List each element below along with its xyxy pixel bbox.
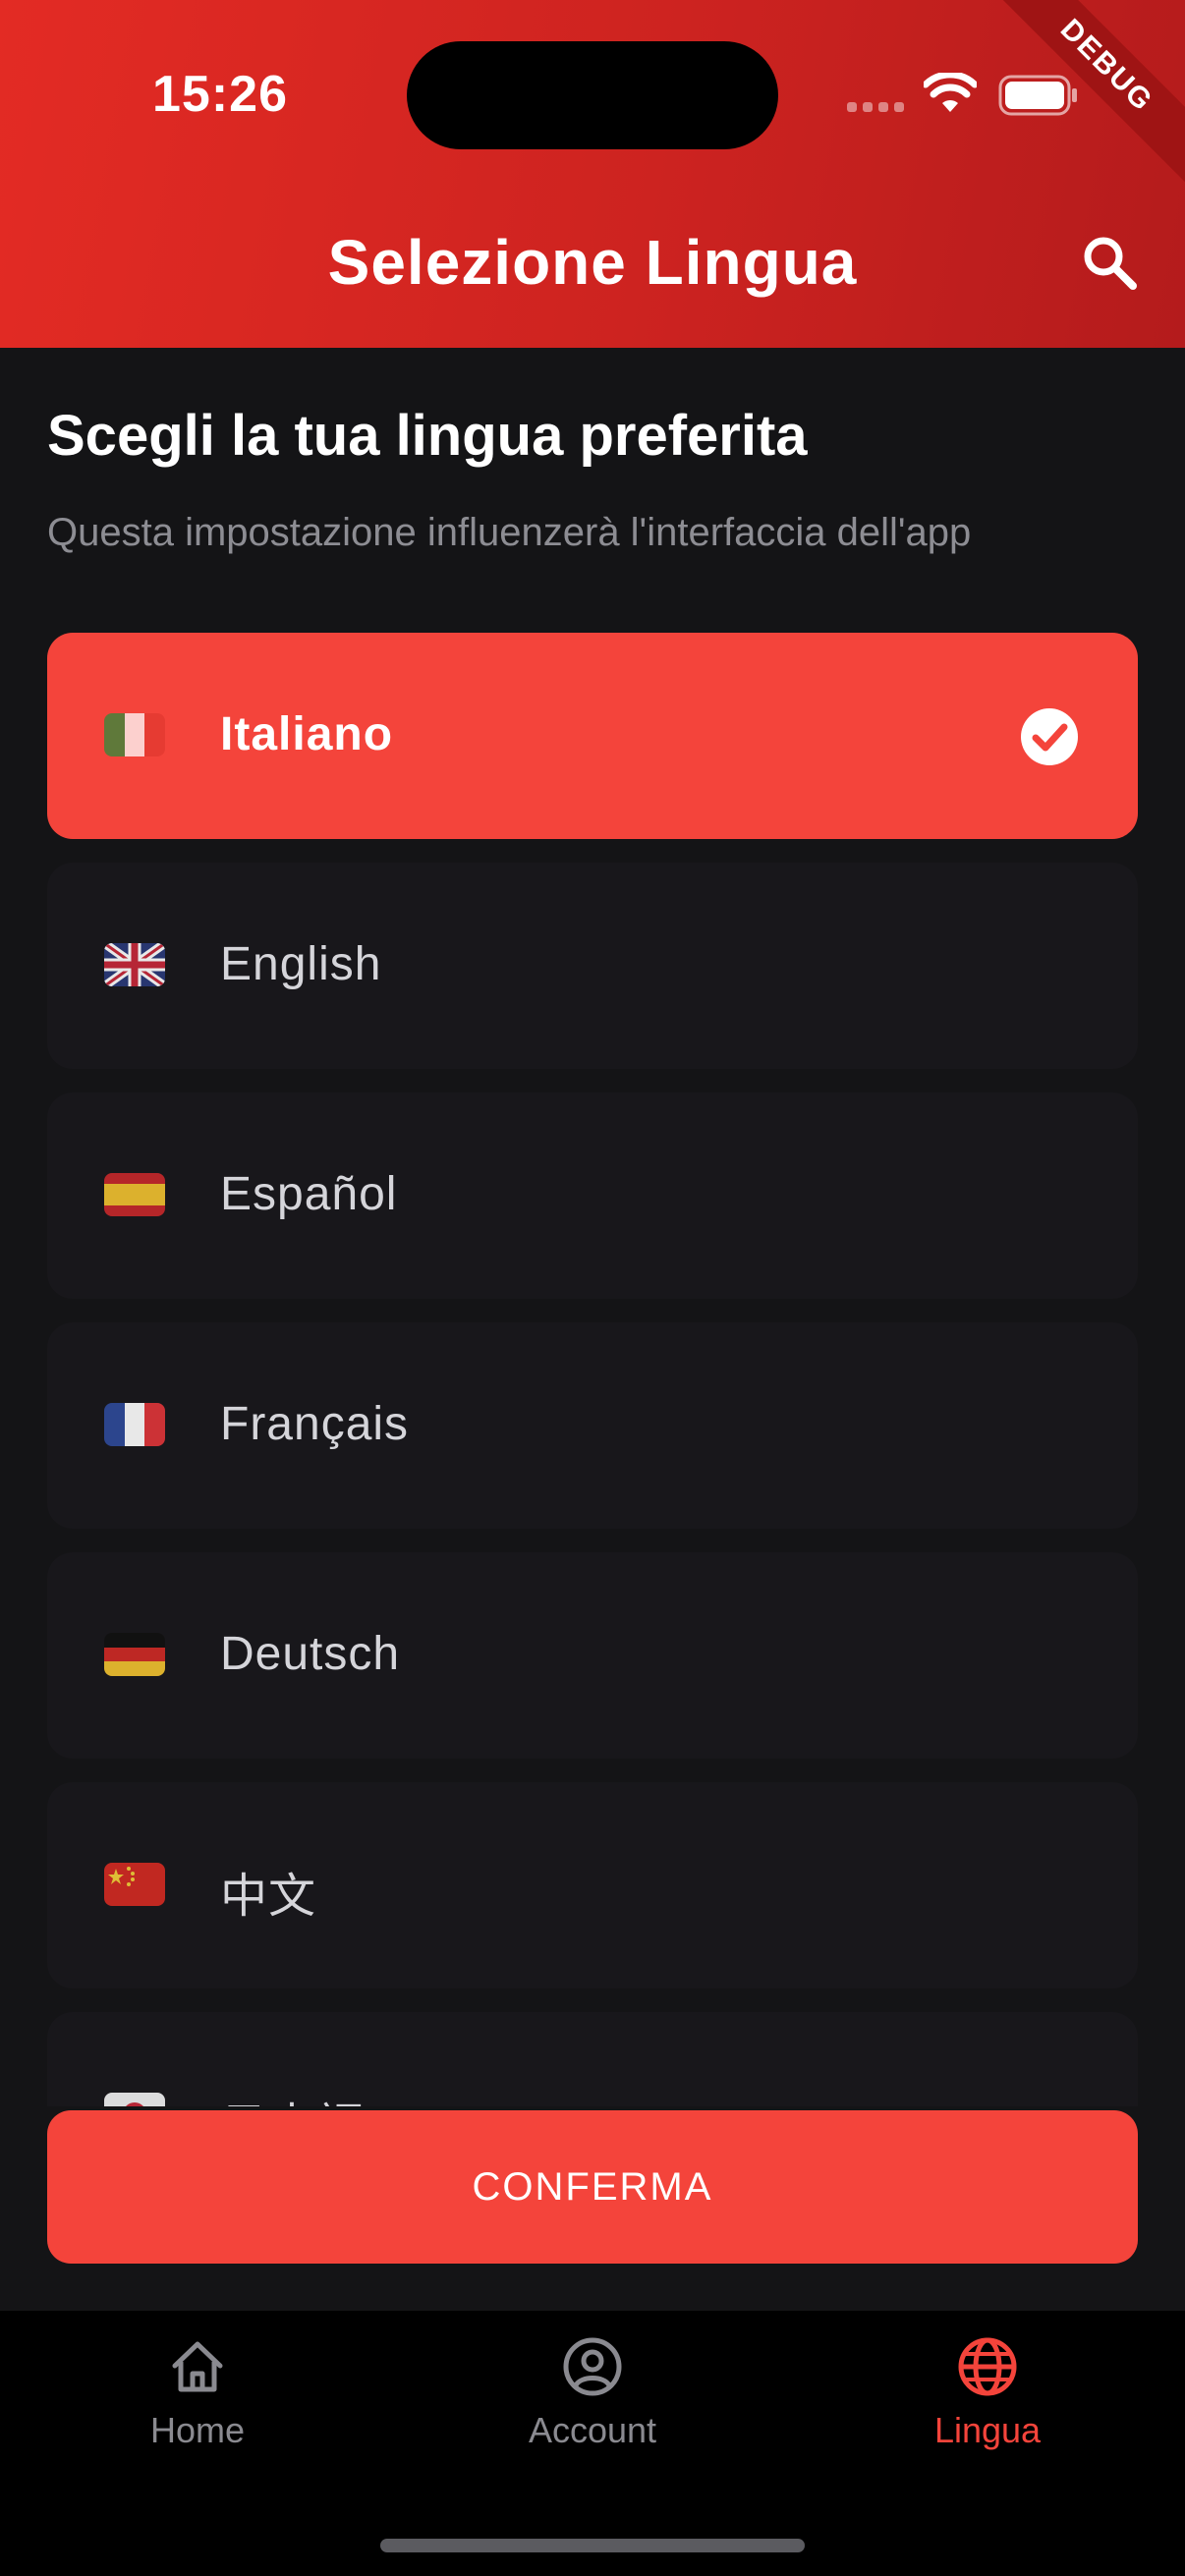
- language-item-deutsch[interactable]: Deutsch: [47, 1552, 1138, 1759]
- dynamic-island: [407, 41, 778, 149]
- uk-flag-icon: [104, 943, 165, 986]
- page-title: Selezione Lingua: [327, 227, 858, 298]
- language-item-francais[interactable]: Français: [47, 1322, 1138, 1529]
- japan-flag-icon: [104, 2093, 165, 2106]
- battery-icon: [998, 75, 1077, 116]
- nav-label-lingua: Lingua: [933, 2410, 1042, 2450]
- confirm-button[interactable]: CONFERMA: [47, 2110, 1138, 2264]
- nav-item-account[interactable]: Account: [445, 2336, 740, 2451]
- language-label: Français: [220, 1398, 410, 1450]
- language-label: English: [220, 938, 382, 990]
- language-label: 日本語: [220, 2087, 365, 2106]
- language-item-japanese[interactable]: 日本語: [47, 2012, 1138, 2106]
- nav-label-home: Home: [149, 2410, 246, 2450]
- check-circle-icon: [1021, 708, 1078, 765]
- china-flag-icon: [104, 1863, 165, 1906]
- account-icon: [563, 2337, 622, 2396]
- nav-item-lingua[interactable]: Lingua: [840, 2336, 1135, 2451]
- italy-flag-icon: [104, 713, 165, 756]
- france-flag-icon: [104, 1403, 165, 1446]
- home-icon: [172, 2341, 223, 2392]
- globe-icon: [958, 2337, 1017, 2396]
- language-item-chinese[interactable]: 中文: [47, 1782, 1138, 1988]
- language-item-espanol[interactable]: Español: [47, 1092, 1138, 1299]
- language-list: Italiano English Español Français Deutsc…: [47, 633, 1138, 2106]
- section-subheading: Questa impostazione influenzerà l'interf…: [47, 511, 972, 554]
- app-bar: 15:26 DEBUG Selezione Lingua: [0, 0, 1185, 348]
- language-label: Español: [220, 1168, 398, 1220]
- search-icon[interactable]: [1079, 232, 1142, 295]
- language-item-italiano[interactable]: Italiano: [47, 633, 1138, 839]
- bottom-navigation: Home Account Lingua: [0, 2311, 1185, 2576]
- wifi-icon: [924, 73, 977, 112]
- status-time: 15:26: [152, 66, 288, 123]
- cellular-signal-icon: [847, 102, 904, 112]
- language-item-english[interactable]: English: [47, 863, 1138, 1069]
- language-label: 中文: [220, 1871, 317, 1923]
- language-label: Italiano: [220, 708, 394, 760]
- spain-flag-icon: [104, 1173, 165, 1216]
- nav-label-account: Account: [528, 2410, 657, 2450]
- section-heading: Scegli la tua lingua preferita: [47, 404, 808, 468]
- nav-item-home[interactable]: Home: [50, 2336, 345, 2451]
- language-label: Deutsch: [220, 1628, 401, 1680]
- germany-flag-icon: [104, 1633, 165, 1676]
- home-indicator: [380, 2539, 805, 2552]
